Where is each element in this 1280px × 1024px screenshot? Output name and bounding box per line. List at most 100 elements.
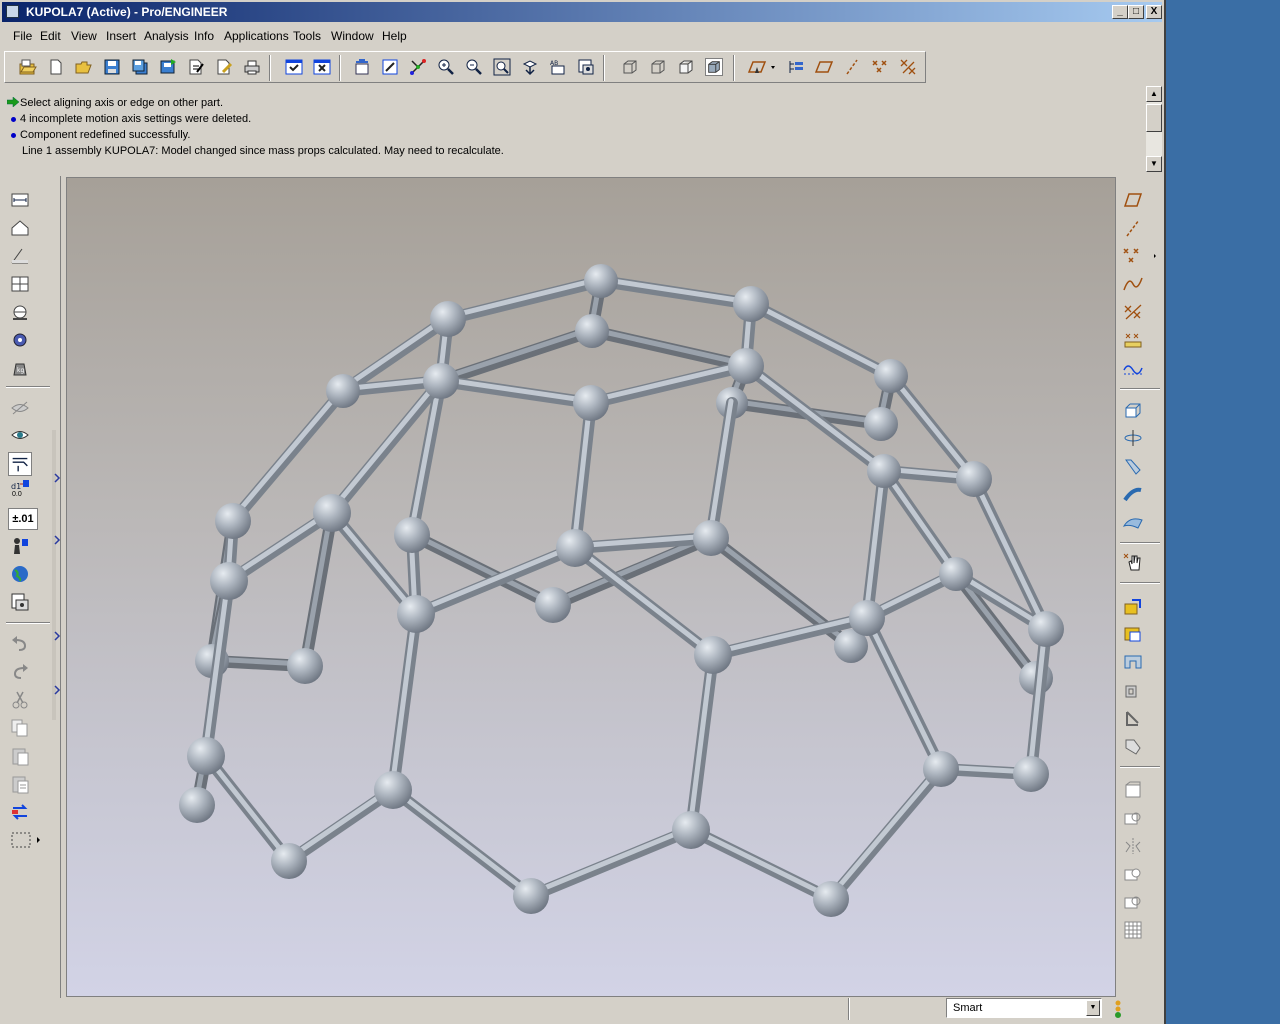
csys-display-icon[interactable]: [899, 58, 917, 76]
node-ball[interactable]: [573, 385, 609, 421]
save-icon[interactable]: [103, 58, 121, 76]
shaded-icon[interactable]: [705, 58, 723, 76]
menu-analysis[interactable]: Analysis: [144, 29, 189, 43]
erase-icon[interactable]: [215, 58, 233, 76]
csys-icon[interactable]: [1122, 302, 1144, 322]
node-ball[interactable]: [287, 648, 323, 684]
menu-edit[interactable]: Edit: [40, 29, 61, 43]
view-manager-icon[interactable]: [577, 58, 595, 76]
spin-center-icon[interactable]: [409, 58, 427, 76]
node-ball[interactable]: [728, 348, 764, 384]
hole-icon[interactable]: [1122, 652, 1144, 672]
open-icon[interactable]: [75, 58, 93, 76]
menu-tools[interactable]: Tools: [293, 29, 321, 43]
save-copy-icon[interactable]: [131, 58, 149, 76]
datum-curve-icon[interactable]: [1122, 274, 1144, 294]
window-close-icon[interactable]: [313, 58, 331, 76]
datum-axis-display-icon[interactable]: [843, 58, 861, 76]
node-ball[interactable]: [939, 557, 973, 591]
undo-icon[interactable]: [10, 634, 30, 654]
revolve-icon[interactable]: [1122, 428, 1144, 448]
node-ball[interactable]: [535, 587, 571, 623]
node-ball[interactable]: [326, 374, 360, 408]
node-ball[interactable]: [733, 286, 769, 322]
datum-point-display-icon[interactable]: [871, 58, 889, 76]
node-ball[interactable]: [397, 595, 435, 633]
menu-insert[interactable]: Insert: [106, 29, 136, 43]
chevron-down-icon[interactable]: ▼: [1086, 1000, 1100, 1016]
node-ball[interactable]: [210, 562, 248, 600]
node-ball[interactable]: [813, 881, 849, 917]
minimize-button[interactable]: _: [1112, 5, 1128, 19]
no-hidden-icon[interactable]: [677, 58, 695, 76]
blend-icon[interactable]: [1122, 484, 1144, 504]
sketched-curve-icon[interactable]: [1122, 358, 1144, 378]
gear-analysis-icon[interactable]: [10, 330, 30, 350]
rename-icon[interactable]: [187, 58, 205, 76]
title-bar[interactable]: KUPOLA7 (Active) - Pro/ENGINEER _ □ X: [2, 2, 1162, 22]
chamfer-icon[interactable]: [1122, 808, 1144, 828]
node-ball[interactable]: [923, 751, 959, 787]
redo-icon[interactable]: [10, 662, 30, 682]
named-view-icon[interactable]: [521, 58, 539, 76]
node-ball[interactable]: [575, 314, 609, 348]
datum-axis-icon[interactable]: [1122, 218, 1144, 238]
paste-icon[interactable]: [10, 746, 30, 766]
menu-help[interactable]: Help: [382, 29, 407, 43]
node-ball[interactable]: [271, 843, 307, 879]
node-ball[interactable]: [874, 359, 908, 393]
node-ball[interactable]: [864, 407, 898, 441]
node-ball[interactable]: [423, 363, 459, 399]
component-add-icon[interactable]: [1122, 596, 1144, 616]
round-icon[interactable]: [1122, 780, 1144, 800]
zoom-in-icon[interactable]: [437, 58, 455, 76]
copy-icon[interactable]: [10, 718, 30, 738]
weight-icon[interactable]: kg: [10, 358, 30, 378]
menu-view[interactable]: View: [71, 29, 97, 43]
draft-icon[interactable]: [1122, 736, 1144, 756]
message-scrollbar[interactable]: ▲ ▼: [1146, 86, 1162, 172]
dome-model[interactable]: [67, 178, 1116, 997]
menu-window[interactable]: Window: [331, 29, 374, 43]
graphics-viewport[interactable]: [66, 177, 1116, 997]
cut-icon[interactable]: [10, 690, 30, 710]
analysis-feature-icon[interactable]: [1122, 330, 1144, 350]
orient-icon[interactable]: [381, 58, 399, 76]
family-table-icon[interactable]: [10, 536, 30, 556]
node-ball[interactable]: [694, 636, 732, 674]
maximize-button[interactable]: □: [1128, 5, 1144, 19]
node-ball[interactable]: [313, 494, 351, 532]
surface-icon[interactable]: [1122, 512, 1144, 532]
hidden-line-icon[interactable]: [649, 58, 667, 76]
node-ball[interactable]: [1013, 756, 1049, 792]
datum-point-icon[interactable]: [1122, 246, 1156, 266]
measure-area-icon[interactable]: [10, 218, 30, 238]
mirror-icon[interactable]: [1122, 836, 1144, 856]
drag-hand-icon[interactable]: [1122, 552, 1144, 572]
component-create-icon[interactable]: [1122, 624, 1144, 644]
measure-angle-icon[interactable]: [10, 246, 30, 266]
node-ball[interactable]: [1028, 611, 1064, 647]
node-ball[interactable]: [215, 503, 251, 539]
datum-plane-icon[interactable]: [1122, 190, 1144, 210]
backup-icon[interactable]: [159, 58, 177, 76]
datum-plane-toggle-icon[interactable]: [747, 58, 775, 76]
node-ball[interactable]: [430, 301, 466, 337]
node-ball[interactable]: [849, 600, 885, 636]
repaint-icon[interactable]: [353, 58, 371, 76]
merge-icon[interactable]: [1122, 864, 1144, 884]
node-ball[interactable]: [513, 878, 549, 914]
scroll-thumb[interactable]: [1146, 104, 1162, 132]
node-ball[interactable]: [394, 517, 430, 553]
scroll-up-button[interactable]: ▲: [1146, 86, 1162, 102]
trim-icon[interactable]: [1122, 892, 1144, 912]
tolerance-display-toggle[interactable]: ±.01: [8, 508, 38, 530]
refit-icon[interactable]: [493, 58, 511, 76]
node-ball[interactable]: [867, 454, 901, 488]
show-icon[interactable]: [10, 425, 30, 445]
zoom-out-icon[interactable]: [465, 58, 483, 76]
wireframe-icon[interactable]: [621, 58, 639, 76]
menu-info[interactable]: Info: [194, 29, 214, 43]
node-ball[interactable]: [179, 787, 215, 823]
node-ball[interactable]: [187, 737, 225, 775]
